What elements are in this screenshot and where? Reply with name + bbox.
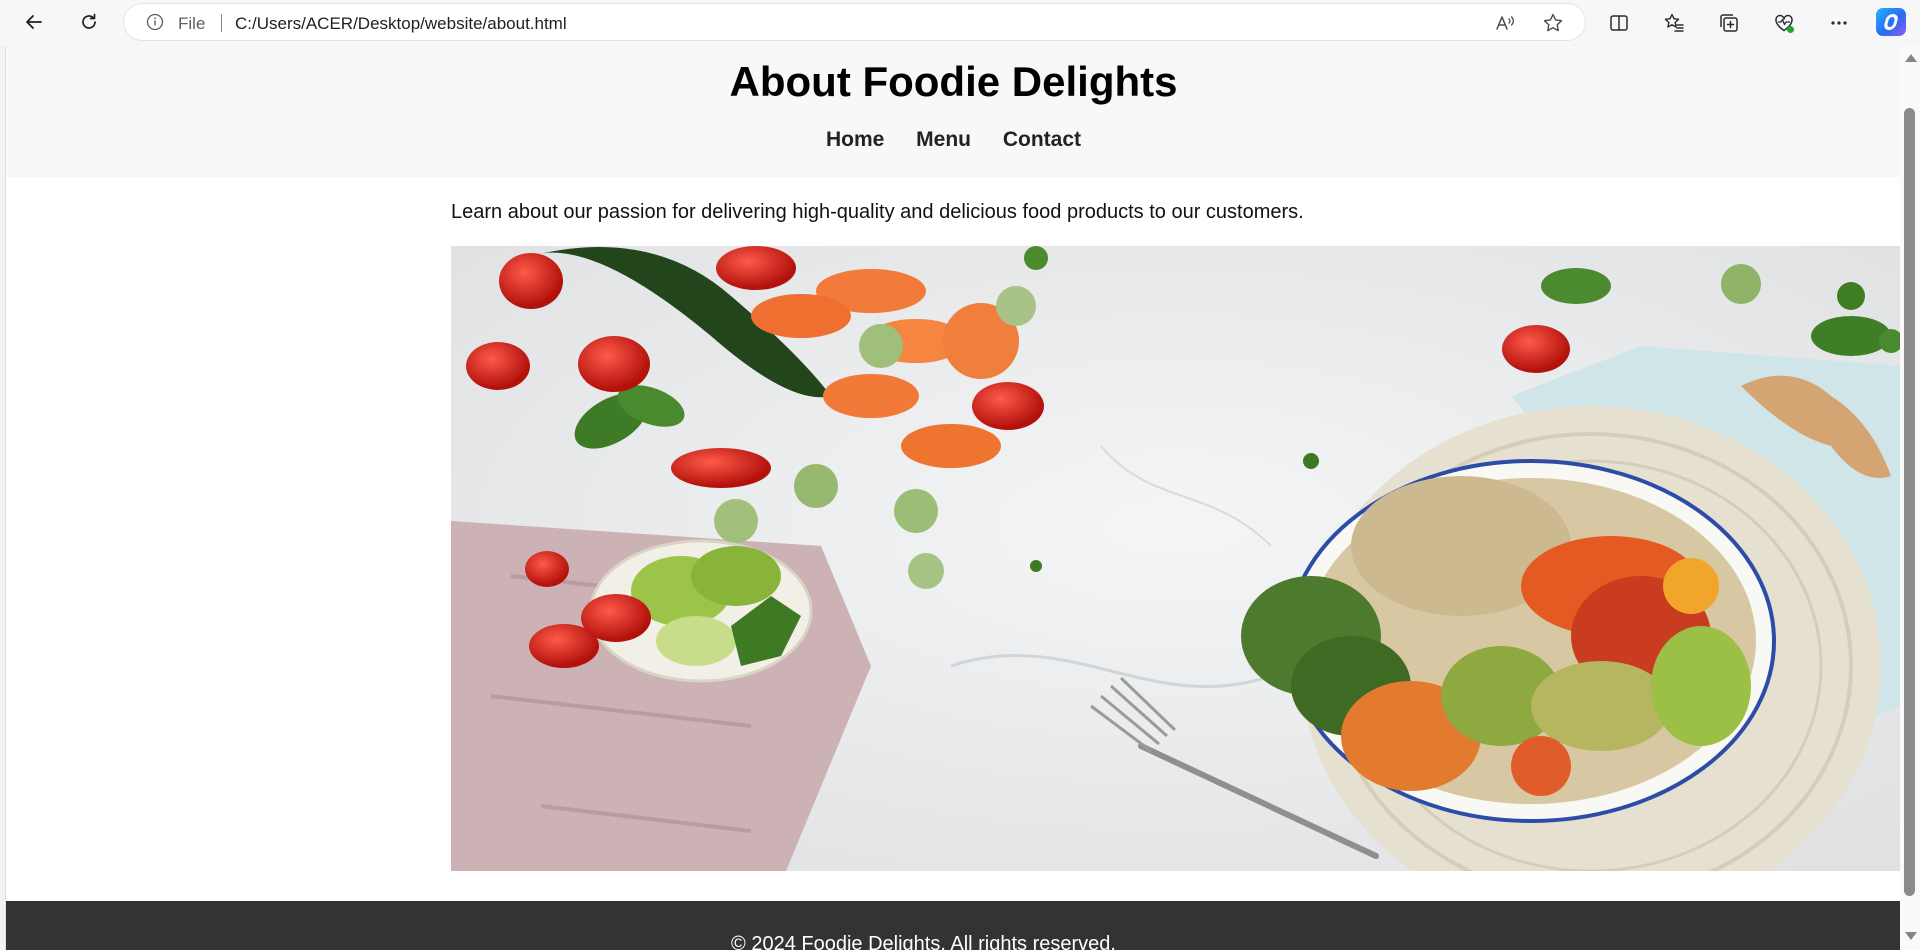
browser-essentials-icon bbox=[1775, 14, 1794, 33]
vertical-scrollbar[interactable] bbox=[1900, 46, 1920, 950]
hero-image bbox=[451, 246, 1901, 871]
back-button[interactable] bbox=[16, 5, 52, 39]
scrollbar-thumb[interactable] bbox=[1904, 108, 1915, 896]
address-bar[interactable]: File C:/Users/ACER/Desktop/website/about… bbox=[124, 4, 1585, 40]
site-nav: Home Menu Contact bbox=[6, 128, 1901, 152]
intro-text: Learn about our passion for delivering h… bbox=[451, 201, 1304, 223]
collections-button[interactable] bbox=[1713, 7, 1745, 39]
page-title: About Foodie Delights bbox=[729, 58, 1178, 105]
nav-link-contact[interactable]: Contact bbox=[1003, 128, 1081, 151]
vegetables-bowl-image bbox=[451, 246, 1901, 871]
site-header: About Foodie Delights Home Menu Contact bbox=[6, 46, 1901, 177]
site-footer: © 2024 Foodie Delights. All rights reser… bbox=[6, 901, 1901, 950]
address-separator bbox=[221, 14, 222, 32]
footer-copyright: © 2024 Foodie Delights. All rights reser… bbox=[731, 933, 1116, 950]
refresh-button[interactable] bbox=[71, 5, 107, 39]
scroll-down-arrow-icon[interactable] bbox=[1905, 932, 1917, 940]
address-url[interactable]: C:/Users/ACER/Desktop/website/about.html bbox=[235, 14, 567, 34]
browser-essentials-button[interactable] bbox=[1768, 7, 1800, 39]
more-icon bbox=[1831, 21, 1847, 25]
read-aloud-icon bbox=[1496, 16, 1514, 30]
favorite-star-icon bbox=[1543, 13, 1563, 32]
read-aloud-button[interactable] bbox=[1494, 12, 1516, 34]
back-icon bbox=[26, 15, 42, 29]
split-screen-button[interactable] bbox=[1603, 7, 1635, 39]
nav-link-home[interactable]: Home bbox=[826, 128, 884, 151]
collections-icon bbox=[1720, 14, 1738, 32]
more-button[interactable] bbox=[1823, 7, 1855, 39]
info-icon[interactable] bbox=[146, 13, 164, 31]
split-screen-icon bbox=[1610, 15, 1628, 31]
browser-toolbar: File C:/Users/ACER/Desktop/website/about… bbox=[0, 0, 1920, 46]
copilot-icon[interactable] bbox=[1876, 8, 1906, 36]
favorites-icon bbox=[1664, 13, 1684, 32]
favorites-button[interactable] bbox=[1658, 7, 1690, 39]
nav-link-menu[interactable]: Menu bbox=[916, 128, 971, 151]
page-viewport: About Foodie Delights Home Menu Contact … bbox=[5, 46, 1901, 950]
address-scheme: File bbox=[178, 14, 206, 33]
refresh-icon bbox=[82, 13, 96, 29]
scroll-up-arrow-icon[interactable] bbox=[1905, 54, 1917, 62]
favorite-button[interactable] bbox=[1542, 12, 1564, 34]
